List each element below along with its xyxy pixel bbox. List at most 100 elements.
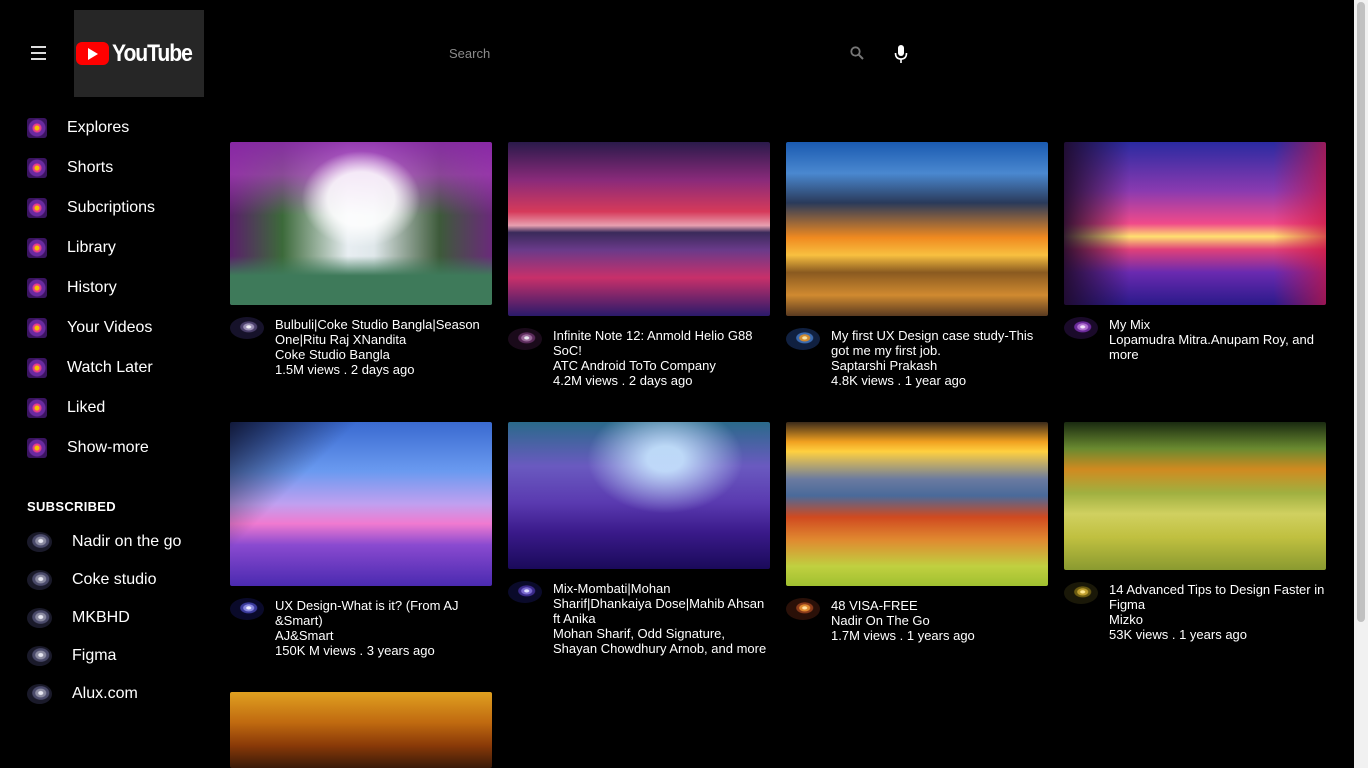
channel-avatar[interactable]: [230, 598, 264, 620]
mic-icon[interactable]: [893, 44, 909, 64]
subscriptions-icon: [27, 198, 47, 218]
video-meta: Infinite Note 12: Anmold Helio G88 SoC! …: [508, 328, 770, 388]
channel-avatar[interactable]: [508, 581, 542, 603]
sidebar-item-liked[interactable]: Liked: [27, 388, 207, 428]
video-meta: UX Design-What is it? (From AJ &Smart) A…: [230, 598, 492, 658]
channel-avatar[interactable]: [786, 328, 820, 350]
video-thumbnail[interactable]: [786, 422, 1048, 586]
sidebar-item-history[interactable]: History: [27, 268, 207, 308]
channel-avatar[interactable]: [230, 317, 264, 339]
video-thumbnail[interactable]: [230, 142, 492, 305]
video-title[interactable]: 48 VISA-FREE: [831, 598, 1048, 613]
youtube-logo[interactable]: YouTube: [74, 10, 204, 97]
subscribed-heading: SUBSCRIBED: [27, 499, 116, 514]
video-thumbnail[interactable]: [508, 142, 770, 316]
liked-icon: [27, 398, 47, 418]
video-channel[interactable]: Nadir On The Go: [831, 613, 1048, 628]
channel-avatar: [27, 570, 52, 590]
video-thumbnail[interactable]: [786, 142, 1048, 316]
play-icon: [75, 42, 109, 65]
channel-avatar: [27, 532, 52, 552]
subscription-item[interactable]: Alux.com: [27, 679, 207, 709]
video-channel[interactable]: Mohan Sharif, Odd Signature, Shayan Chow…: [553, 626, 770, 656]
sidebar-item-your-videos[interactable]: Your Videos: [27, 308, 207, 348]
video-thumbnail[interactable]: [508, 422, 770, 569]
subscription-item[interactable]: Nadir on the go: [27, 527, 207, 557]
video-channel[interactable]: Mizko: [1109, 612, 1326, 627]
watch-later-icon: [27, 358, 47, 378]
video-title[interactable]: My first UX Design case study-This got m…: [831, 328, 1048, 358]
video-title[interactable]: Bulbuli|Coke Studio Bangla|Season One|Ri…: [275, 317, 492, 347]
sidebar-item-subscriptions[interactable]: Subcriptions: [27, 188, 207, 228]
search-input[interactable]: [437, 38, 837, 68]
search-icon[interactable]: [849, 45, 865, 61]
video-title[interactable]: Infinite Note 12: Anmold Helio G88 SoC!: [553, 328, 770, 358]
sidebar-item-label: Liked: [67, 399, 106, 416]
subscription-label: Figma: [72, 647, 117, 664]
video-meta: Bulbuli|Coke Studio Bangla|Season One|Ri…: [230, 317, 492, 377]
video-card[interactable]: 48 VISA-FREE Nadir On The Go 1.7M views …: [786, 422, 1048, 643]
channel-avatar: [27, 684, 52, 704]
video-meta: My Mix Lopamudra Mitra.Anupam Roy, and m…: [1064, 317, 1326, 362]
sidebar-item-label: Shorts: [67, 159, 114, 176]
shorts-icon: [27, 158, 47, 178]
subscription-label: MKBHD: [72, 609, 130, 626]
video-card[interactable]: 14 Advanced Tips to Design Faster in Fig…: [1064, 422, 1326, 642]
history-icon: [27, 278, 47, 298]
video-channel[interactable]: ATC Android ToTo Company: [553, 358, 770, 373]
video-title[interactable]: 14 Advanced Tips to Design Faster in Fig…: [1109, 582, 1326, 612]
subscription-item[interactable]: Figma: [27, 641, 207, 671]
video-stats: 1.7M views . 1 years ago: [831, 628, 975, 643]
your-videos-icon: [27, 318, 47, 338]
subscription-item[interactable]: Coke studio: [27, 565, 207, 595]
video-meta: 48 VISA-FREE Nadir On The Go 1.7M views …: [786, 598, 1048, 643]
channel-avatar[interactable]: [508, 328, 542, 350]
menu-icon[interactable]: [27, 40, 49, 66]
video-card[interactable]: Infinite Note 12: Anmold Helio G88 SoC! …: [508, 142, 770, 388]
search-bar: [437, 38, 877, 68]
video-stats: 1.5M views . 2 days ago: [275, 362, 415, 377]
video-stats: 4.8K views . 1 year ago: [831, 373, 967, 388]
channel-avatar[interactable]: [1064, 582, 1098, 604]
logo-text: YouTube: [111, 39, 193, 67]
channel-avatar[interactable]: [1064, 317, 1098, 339]
sidebar-item-label: History: [67, 279, 117, 296]
video-channel[interactable]: Lopamudra Mitra.Anupam Roy, and more: [1109, 332, 1326, 362]
header: YouTube: [0, 0, 1354, 107]
video-card[interactable]: UX Design-What is it? (From AJ &Smart) A…: [230, 422, 492, 658]
video-channel[interactable]: Coke Studio Bangla: [275, 347, 492, 362]
video-thumbnail[interactable]: [1064, 142, 1326, 305]
video-meta: 14 Advanced Tips to Design Faster in Fig…: [1064, 582, 1326, 642]
video-meta: My first UX Design case study-This got m…: [786, 328, 1048, 388]
explore-icon: [27, 118, 47, 138]
sidebar-item-shorts[interactable]: Shorts: [27, 148, 207, 188]
video-channel[interactable]: AJ&Smart: [275, 628, 492, 643]
video-thumbnail[interactable]: [230, 422, 492, 586]
scrollbar[interactable]: [1354, 0, 1368, 768]
scrollbar-thumb[interactable]: [1357, 2, 1365, 622]
video-thumbnail[interactable]: [1064, 422, 1326, 570]
video-thumbnail[interactable]: [230, 692, 492, 768]
video-card[interactable]: [230, 692, 492, 768]
video-card[interactable]: Mix-Mombati|Mohan Sharif|Dhankaiya Dose|…: [508, 422, 770, 656]
video-meta: Mix-Mombati|Mohan Sharif|Dhankaiya Dose|…: [508, 581, 770, 656]
video-title[interactable]: UX Design-What is it? (From AJ &Smart): [275, 598, 492, 628]
channel-avatar[interactable]: [786, 598, 820, 620]
subscription-item[interactable]: MKBHD: [27, 603, 207, 633]
video-stats: 53K views . 1 years ago: [1109, 627, 1248, 642]
video-title[interactable]: My Mix: [1109, 317, 1326, 332]
subscription-label: Nadir on the go: [72, 533, 182, 550]
video-channel[interactable]: Saptarshi Prakash: [831, 358, 1048, 373]
sidebar-item-label: Explores: [67, 119, 130, 136]
subscription-label: Alux.com: [72, 685, 138, 702]
video-title[interactable]: Mix-Mombati|Mohan Sharif|Dhankaiya Dose|…: [553, 581, 770, 626]
sidebar-item-label: Watch Later: [67, 359, 153, 376]
sidebar-item-explores[interactable]: Explores: [27, 108, 207, 148]
sidebar-item-label: Library: [67, 239, 116, 256]
video-card[interactable]: My Mix Lopamudra Mitra.Anupam Roy, and m…: [1064, 142, 1326, 362]
sidebar-item-library[interactable]: Library: [27, 228, 207, 268]
video-card[interactable]: My first UX Design case study-This got m…: [786, 142, 1048, 388]
sidebar-item-watch-later[interactable]: Watch Later: [27, 348, 207, 388]
sidebar-item-show-more[interactable]: Show-more: [27, 428, 207, 468]
video-card[interactable]: Bulbuli|Coke Studio Bangla|Season One|Ri…: [230, 142, 492, 377]
